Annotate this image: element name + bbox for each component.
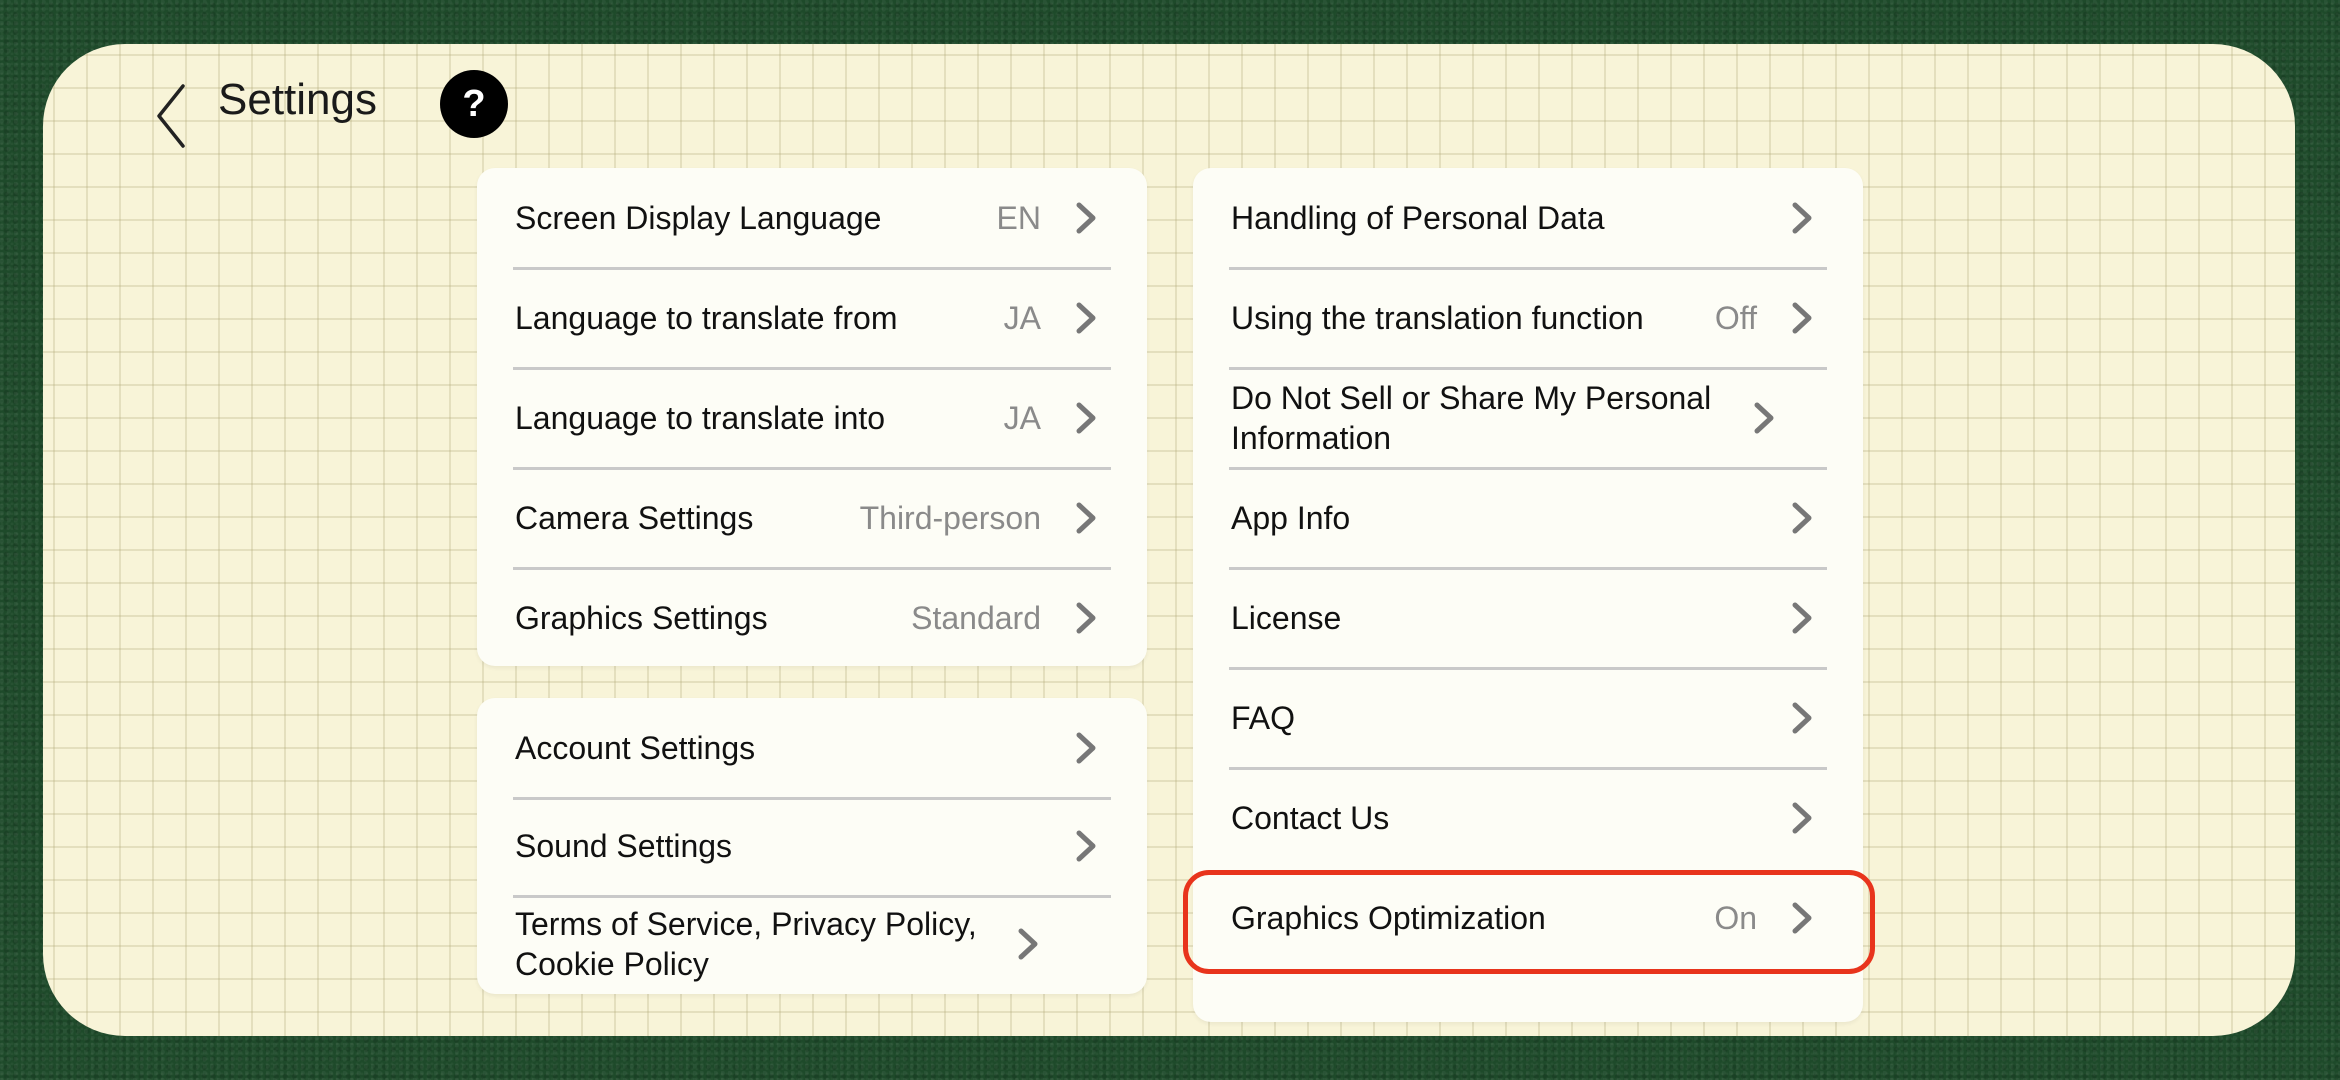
help-button[interactable]: ? bbox=[440, 70, 508, 138]
settings-row-graphics-optimization[interactable]: Graphics Optimization On bbox=[1231, 868, 1825, 968]
row-value: Off bbox=[1714, 299, 1757, 336]
settings-row-account[interactable]: Account Settings bbox=[515, 698, 1109, 798]
settings-row-contact[interactable]: Contact Us bbox=[1231, 768, 1825, 868]
chevron-right-icon bbox=[1076, 202, 1096, 234]
chevron-right-icon bbox=[1792, 902, 1812, 934]
settings-row-language-into[interactable]: Language to translate into JA bbox=[515, 368, 1109, 468]
settings-row-terms[interactable]: Terms of Service, Privacy Policy, Cookie… bbox=[515, 894, 1109, 994]
row-value: Standard bbox=[911, 599, 1041, 636]
chevron-right-icon bbox=[1076, 732, 1096, 764]
chevron-right-icon bbox=[1076, 602, 1096, 634]
row-label: Sound Settings bbox=[515, 828, 733, 864]
settings-panel: Settings ? Screen Display Language EN La… bbox=[43, 44, 2295, 1036]
settings-row-translation-function[interactable]: Using the translation function Off bbox=[1231, 268, 1825, 368]
chevron-right-icon bbox=[1792, 802, 1812, 834]
chevron-right-icon bbox=[1018, 928, 1038, 960]
chevron-right-icon bbox=[1076, 402, 1096, 434]
settings-row-graphics[interactable]: Graphics Settings Standard bbox=[515, 568, 1109, 668]
chevron-right-icon bbox=[1076, 302, 1096, 334]
row-value: EN bbox=[996, 199, 1041, 236]
row-label: Graphics Settings bbox=[515, 600, 768, 636]
row-label: Contact Us bbox=[1231, 800, 1390, 836]
row-value: JA bbox=[1003, 399, 1041, 436]
settings-row-language-from[interactable]: Language to translate from JA bbox=[515, 268, 1109, 368]
chevron-right-icon bbox=[1754, 402, 1774, 434]
language-display-card: Screen Display Language EN Language to t… bbox=[477, 168, 1147, 666]
page-title: Settings bbox=[218, 75, 377, 124]
chevron-right-icon bbox=[1076, 502, 1096, 534]
row-label: Language to translate from bbox=[515, 300, 898, 336]
row-label: Handling of Personal Data bbox=[1231, 200, 1605, 236]
row-label: FAQ bbox=[1231, 700, 1296, 736]
row-label: Account Settings bbox=[515, 730, 756, 766]
account-card: Account Settings Sound Settings Terms of… bbox=[477, 698, 1147, 994]
row-label: App Info bbox=[1231, 500, 1351, 536]
chevron-right-icon bbox=[1792, 602, 1812, 634]
question-icon: ? bbox=[462, 83, 486, 125]
chevron-right-icon bbox=[1792, 202, 1812, 234]
row-value: On bbox=[1714, 899, 1757, 936]
chevron-right-icon bbox=[1076, 830, 1096, 862]
chevron-left-icon bbox=[157, 84, 185, 148]
row-value: Third-person bbox=[859, 499, 1041, 536]
row-label: Graphics Optimization bbox=[1231, 900, 1546, 936]
chevron-right-icon bbox=[1792, 702, 1812, 734]
row-label: Terms of Service, Privacy Policy, Cookie… bbox=[515, 906, 977, 982]
row-value: JA bbox=[1003, 299, 1041, 336]
settings-row-faq[interactable]: FAQ bbox=[1231, 668, 1825, 768]
row-label: Screen Display Language bbox=[515, 200, 882, 236]
back-button[interactable] bbox=[143, 74, 203, 154]
chevron-right-icon bbox=[1792, 302, 1812, 334]
row-label: License bbox=[1231, 600, 1342, 636]
row-label: Camera Settings bbox=[515, 500, 754, 536]
settings-row-license[interactable]: License bbox=[1231, 568, 1825, 668]
settings-row-do-not-sell[interactable]: Do Not Sell or Share My Personal Informa… bbox=[1231, 368, 1825, 468]
row-label: Using the translation function bbox=[1231, 300, 1644, 336]
row-label: Language to translate into bbox=[515, 400, 886, 436]
info-card: Handling of Personal Data Using the tran… bbox=[1193, 168, 1863, 1022]
chevron-right-icon bbox=[1792, 502, 1812, 534]
settings-row-screen-display-language[interactable]: Screen Display Language EN bbox=[515, 168, 1109, 268]
header: Settings ? bbox=[43, 44, 643, 164]
settings-row-personal-data[interactable]: Handling of Personal Data bbox=[1231, 168, 1825, 268]
row-label: Do Not Sell or Share My Personal Informa… bbox=[1231, 380, 1712, 456]
settings-row-sound[interactable]: Sound Settings bbox=[515, 796, 1109, 896]
settings-row-camera[interactable]: Camera Settings Third-person bbox=[515, 468, 1109, 568]
settings-row-app-info[interactable]: App Info bbox=[1231, 468, 1825, 568]
